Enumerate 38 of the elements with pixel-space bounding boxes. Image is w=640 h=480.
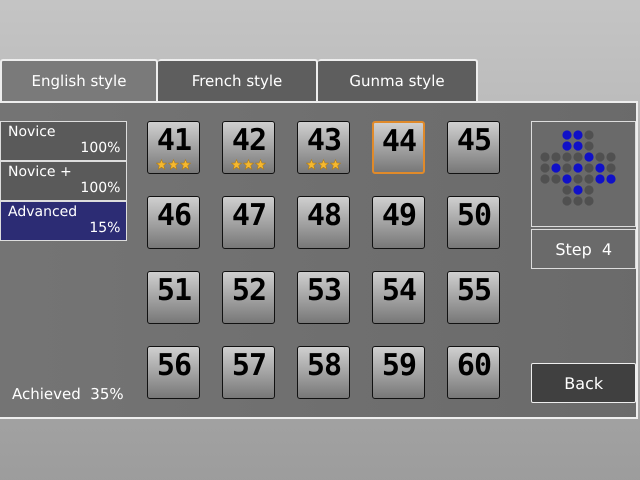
level-button[interactable]: 52 [222,271,276,324]
tab[interactable]: French style [158,59,318,101]
level-button[interactable]: 60 [447,346,500,399]
level-button[interactable]: 48 [297,196,350,249]
level-button[interactable]: 43 [297,121,350,174]
level-button[interactable]: 51 [147,271,200,324]
star-icon [318,159,330,170]
level-button[interactable]: 53 [297,271,350,324]
star-icon [255,159,266,170]
star-icon [180,159,192,170]
star-icon [156,159,168,170]
star-icon [330,159,342,170]
level-button[interactable]: 45 [447,121,500,174]
achieved-label: Achieved 35% [11,385,125,403]
level-button[interactable]: 54 [372,271,426,324]
level-button[interactable]: 50 [447,196,500,249]
level-button[interactable]: 59 [372,346,426,399]
tab[interactable]: English style [0,59,158,101]
level-button[interactable]: 44 [372,121,426,174]
level-button[interactable]: 47 [222,196,276,249]
step-label: Step 4 [531,229,636,269]
tab[interactable]: Gunma style [318,59,478,101]
category-button[interactable]: Novice 100% [0,121,128,161]
level-button[interactable]: 49 [372,196,426,249]
star-icon [243,159,254,170]
level-button[interactable]: 55 [447,271,500,324]
level-button[interactable]: 41 [147,121,200,174]
category-button[interactable]: Advanced 15% [0,201,128,241]
star-icon [306,159,318,170]
category-button[interactable]: Novice + 100% [0,161,128,201]
level-button[interactable]: 58 [297,346,350,399]
level-button[interactable]: 56 [147,346,200,399]
level-button[interactable]: 57 [222,346,276,399]
level-button[interactable]: 42 [222,121,276,174]
back-button[interactable]: Back [531,363,636,403]
star-icon [231,159,242,170]
star-icon [168,159,180,170]
level-button[interactable]: 46 [147,196,200,249]
